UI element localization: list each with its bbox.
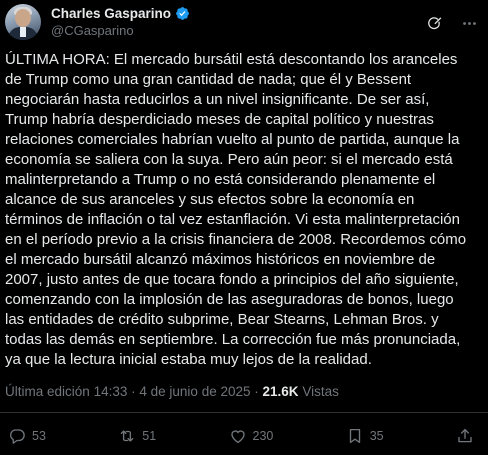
bookmark-button[interactable]: 35 xyxy=(346,427,384,445)
action-bar: 53 51 230 35 xyxy=(8,424,474,448)
reply-icon xyxy=(10,429,25,444)
retweet-icon xyxy=(120,430,134,442)
bookmark-icon xyxy=(349,428,360,444)
grok-icon[interactable] xyxy=(426,15,443,32)
more-icon[interactable] xyxy=(461,15,478,32)
divider xyxy=(0,412,488,413)
author-info: Charles Gasparino @CGasparino xyxy=(51,6,190,38)
meta-separator: · xyxy=(254,384,259,399)
retweet-button[interactable]: 51 xyxy=(118,427,156,445)
tweet-meta: Última edición 14:33 · 4 de junio de 202… xyxy=(5,384,339,399)
edited-label[interactable]: Última edición xyxy=(5,384,90,399)
retweet-count: 51 xyxy=(142,429,157,443)
verified-badge-icon xyxy=(176,7,189,20)
reply-button[interactable]: 53 xyxy=(8,427,46,445)
author-display-name[interactable]: Charles Gasparino xyxy=(51,6,171,21)
reply-count: 53 xyxy=(32,429,46,443)
avatar[interactable] xyxy=(5,4,41,40)
views-label: Vistas xyxy=(302,384,339,399)
like-button[interactable]: 230 xyxy=(229,427,274,445)
tweet-date[interactable]: 4 de junio de 2025 xyxy=(139,384,250,399)
tweet-text: ÚLTIMA HORA: El mercado bursátil está de… xyxy=(5,51,467,368)
bookmark-count: 35 xyxy=(369,429,384,443)
like-count: 230 xyxy=(252,429,274,443)
share-icon xyxy=(458,428,472,443)
share-button[interactable] xyxy=(456,427,474,445)
tweet-header: Charles Gasparino @CGasparino xyxy=(5,4,478,40)
like-icon xyxy=(230,430,245,444)
tweet-time[interactable]: 14:33 xyxy=(94,384,128,399)
meta-separator: · xyxy=(131,384,136,399)
views-count: 21.6K xyxy=(262,384,299,399)
author-handle[interactable]: @CGasparino xyxy=(51,23,190,38)
